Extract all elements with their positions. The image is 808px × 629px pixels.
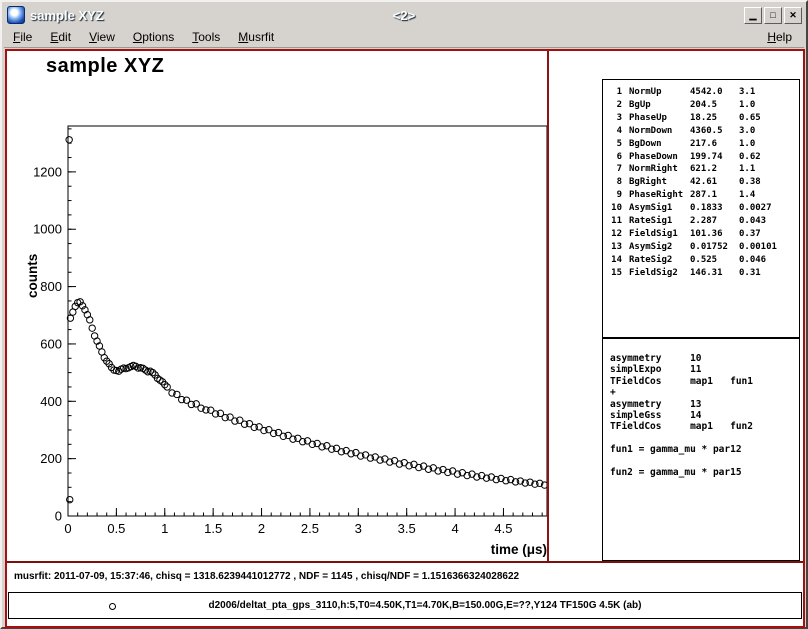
- svg-text:1.5: 1.5: [204, 521, 222, 536]
- param-rows: 1NormUp4542.03.12BgUp204.51.03PhaseUp18.…: [609, 86, 799, 280]
- svg-text:3: 3: [355, 521, 362, 536]
- param-row: 14RateSig20.5250.046: [609, 254, 799, 267]
- app-window: { "window": { "title": "sample XYZ", "ce…: [0, 0, 808, 629]
- menu-file[interactable]: File: [4, 27, 41, 47]
- data-points: [66, 137, 548, 503]
- plot-frame: [68, 126, 547, 516]
- close-icon: ✕: [789, 10, 797, 20]
- param-row: 4NormDown4360.53.0: [609, 125, 799, 138]
- theory-line: +: [610, 387, 799, 398]
- menu-tools[interactable]: Tools: [183, 27, 229, 47]
- theory-line: TFieldCos map1 fun1: [610, 376, 799, 387]
- window-title: sample XYZ: [30, 8, 104, 23]
- param-row: 11RateSig12.2870.043: [609, 215, 799, 228]
- theory-line: fun2 = gamma_mu * par15: [610, 467, 799, 478]
- theory-lines: asymmetry 10simplExpo 11TFieldCos map1 f…: [610, 353, 799, 478]
- plot[interactable]: 0 0.5 1 1.5 2 2.5 3 3.5 4 4.5 time (μs) 0 200 400 600 8…: [11, 113, 581, 568]
- param-row: 5BgDown217.61.0: [609, 138, 799, 151]
- maximize-button[interactable]: □: [764, 7, 782, 24]
- param-row: 10AsymSig10.18330.0027: [609, 202, 799, 215]
- theory-line: asymmetry 13: [610, 399, 799, 410]
- svg-text:200: 200: [40, 451, 62, 466]
- theory-line: TFieldCos map1 fun2: [610, 421, 799, 432]
- x-axis: 0 0.5 1 1.5 2 2.5 3 3.5 4 4.5 time (μs): [64, 508, 547, 557]
- param-row: 15FieldSig2146.310.31: [609, 267, 799, 280]
- svg-text:1: 1: [161, 521, 168, 536]
- theory-box: asymmetry 10simplExpo 11TFieldCos map1 f…: [602, 338, 800, 561]
- param-row: 13AsymSig20.017520.00101: [609, 241, 799, 254]
- param-row: 9PhaseRight287.11.4: [609, 189, 799, 202]
- svg-text:800: 800: [40, 279, 62, 294]
- svg-text:1000: 1000: [33, 222, 62, 237]
- param-row: 3PhaseUp18.250.65: [609, 112, 799, 125]
- svg-text:1200: 1200: [33, 164, 62, 179]
- svg-text:2: 2: [258, 521, 265, 536]
- menu-help[interactable]: Help: [755, 27, 804, 47]
- theory-line: [610, 433, 799, 444]
- theory-line: [610, 456, 799, 467]
- param-row: 6PhaseDown199.740.62: [609, 151, 799, 164]
- svg-text:400: 400: [40, 394, 62, 409]
- titlebar[interactable]: sample XYZ <2> ▁ □ ✕: [4, 4, 804, 26]
- theory-line: simplExpo 11: [610, 364, 799, 375]
- pad-border-horizontal: [7, 561, 803, 563]
- svg-text:2.5: 2.5: [301, 521, 319, 536]
- svg-text:3.5: 3.5: [398, 521, 416, 536]
- titlebar-buttons: ▁ □ ✕: [744, 7, 804, 24]
- svg-text:4: 4: [451, 521, 458, 536]
- svg-text:0: 0: [64, 521, 71, 536]
- menubar: FileEditViewOptionsToolsMusrfit Help: [4, 26, 804, 48]
- theory-line: fun1 = gamma_mu * par12: [610, 444, 799, 455]
- histogram-legend-text: d2006/deltat_pta_gps_3110,h:5,T0=4.50K,T…: [49, 600, 801, 611]
- close-button[interactable]: ✕: [784, 7, 802, 24]
- svg-text:0: 0: [55, 509, 62, 524]
- app-icon[interactable]: [7, 6, 25, 24]
- pad-border-vertical: [547, 51, 549, 562]
- param-row: 2BgUp204.51.0: [609, 99, 799, 112]
- param-row: 12FieldSig1101.360.37: [609, 228, 799, 241]
- param-row: 7NormRight621.21.1: [609, 163, 799, 176]
- theory-line: asymmetry 10: [610, 353, 799, 364]
- y-axis-title: counts: [25, 254, 40, 298]
- plot-title: sample XYZ: [46, 55, 164, 78]
- theory-line: simpleGss 14: [610, 410, 799, 421]
- minimize-icon: ▁: [750, 10, 757, 20]
- histogram-legend-box: d2006/deltat_pta_gps_3110,h:5,T0=4.50K,T…: [8, 592, 802, 619]
- param-row: 1NormUp4542.03.1: [609, 86, 799, 99]
- x-axis-title: time (μs): [491, 542, 547, 557]
- menu-view[interactable]: View: [80, 27, 124, 47]
- param-row: 8BgRight42.610.38: [609, 176, 799, 189]
- menu-musrfit[interactable]: Musrfit: [229, 27, 283, 47]
- maximize-icon: □: [770, 10, 775, 20]
- fit-parameters-box: 1NormUp4542.03.12BgUp204.51.03PhaseUp18.…: [602, 79, 800, 338]
- fit-status-text: musrfit: 2011-07-09, 15:37:46, chisq = 1…: [14, 571, 519, 582]
- menu-options[interactable]: Options: [124, 27, 183, 47]
- svg-text:600: 600: [40, 336, 62, 351]
- window-instance-label: <2>: [393, 8, 415, 23]
- svg-text:4.5: 4.5: [494, 521, 512, 536]
- root-canvas: sample XYZ 0 0.5 1 1.5 2 2.5 3 3.5 4 4.5 time (μs)…: [5, 49, 805, 628]
- menubar-items: FileEditViewOptionsToolsMusrfit: [4, 27, 283, 47]
- svg-text:0.5: 0.5: [107, 521, 125, 536]
- menu-edit[interactable]: Edit: [41, 27, 80, 47]
- minimize-button[interactable]: ▁: [744, 7, 762, 24]
